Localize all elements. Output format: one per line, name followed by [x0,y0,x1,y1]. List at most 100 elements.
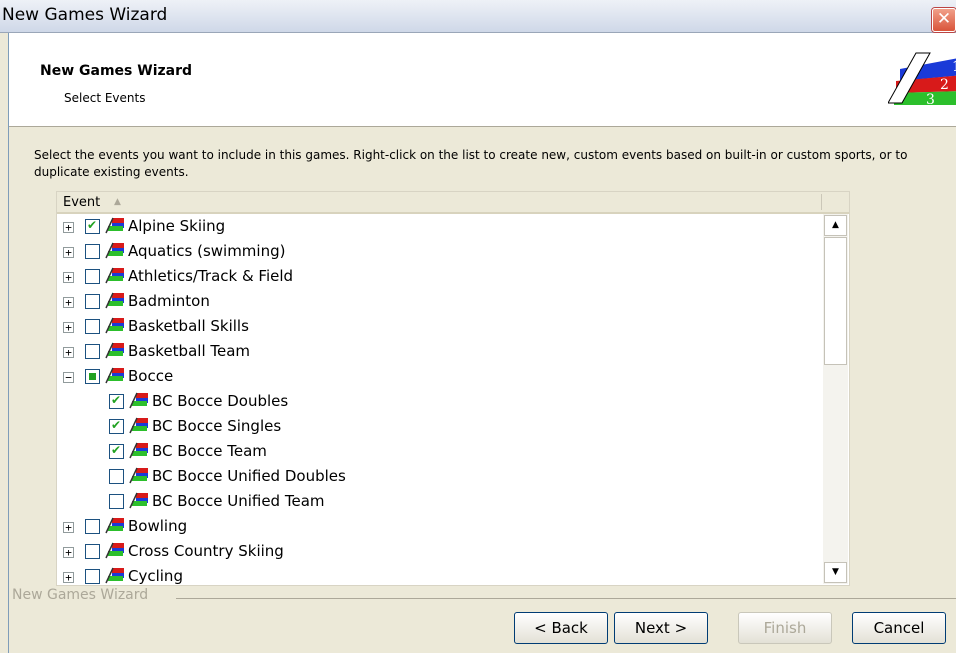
event-checkbox[interactable] [109,418,124,434]
expand-icon[interactable]: + [63,522,74,533]
event-flag-icon [105,342,124,359]
podium-logo-icon: 1 2 3 [888,52,956,108]
event-checkbox[interactable] [85,319,100,334]
event-checkbox[interactable] [85,519,100,534]
window-title: New Games Wizard [2,5,168,25]
column-divider [821,194,822,210]
event-checkbox[interactable] [109,494,124,509]
event-label: Basketball Team [128,342,251,360]
event-label: Athletics/Track & Field [128,267,294,285]
event-label: Cycling [128,567,183,585]
event-checkbox[interactable] [85,244,100,259]
logo-number-2: 2 [940,77,949,93]
events-rows: + Alpine Skiing + Aquatics (swimming) + Athle… [57,214,821,585]
event-flag-icon [105,267,124,284]
event-label: BC Bocce Team [152,442,267,460]
arrow-up-icon: ▲ [832,220,839,230]
event-flag-icon [129,492,148,509]
event-flag-icon [105,317,124,334]
window-edge [8,33,9,653]
list-item[interactable]: + Bowling [57,514,821,539]
list-item[interactable]: BC Bocce Unified Team [57,489,821,514]
event-checkbox[interactable] [85,544,100,559]
title-bar[interactable]: New Games Wizard ✕ [0,0,956,33]
scroll-up-button[interactable]: ▲ [824,215,847,236]
event-flag-icon [105,242,124,259]
event-flag-icon [105,542,124,559]
event-label: Cross Country Skiing [128,542,284,560]
list-item[interactable]: BC Bocce Team [57,439,821,464]
event-label: BC Bocce Unified Doubles [152,467,346,485]
expand-icon[interactable]: + [63,247,74,258]
event-flag-icon [129,442,148,459]
logo-number-1: 1 [952,59,956,75]
collapse-icon[interactable]: − [63,372,74,383]
list-header: Event ▲ [57,192,849,214]
list-item[interactable]: + Badminton [57,289,821,314]
finish-button: Finish [738,612,832,644]
expand-icon[interactable]: + [63,222,74,233]
expand-icon[interactable]: + [63,347,74,358]
event-label: BC Bocce Singles [152,417,282,435]
event-label: BC Bocce Unified Team [152,492,325,510]
event-flag-icon [105,367,124,384]
event-flag-icon [105,567,124,584]
next-button[interactable]: Next > [614,612,708,644]
list-item[interactable]: − Bocce [57,364,821,389]
event-label: Badminton [128,292,210,310]
event-label: Basketball Skills [128,317,249,335]
expand-icon[interactable]: + [63,272,74,283]
arrow-down-icon: ▼ [832,567,839,577]
expand-icon[interactable]: + [63,572,74,583]
event-flag-icon [105,217,124,234]
cancel-button[interactable]: Cancel [852,612,946,644]
scroll-down-button[interactable]: ▼ [824,562,847,583]
header-subtitle: Select Events [64,91,146,105]
list-item[interactable]: + Cross Country Skiing [57,539,821,564]
list-item[interactable]: + Aquatics (swimming) [57,239,821,264]
close-button[interactable]: ✕ [932,8,956,32]
list-item[interactable]: + Cycling [57,564,821,585]
event-checkbox[interactable] [109,443,124,459]
list-item[interactable]: + Alpine Skiing [57,214,821,239]
footer-legend: New Games Wizard [12,587,153,603]
sort-ascending-icon: ▲ [114,197,121,207]
logo-number-3: 3 [926,92,935,108]
vertical-scrollbar[interactable]: ▲ ▼ [823,214,848,584]
event-label: Bocce [128,367,174,385]
event-label: Aquatics (swimming) [128,242,286,260]
close-icon: ✕ [936,9,952,29]
event-flag-icon [129,417,148,434]
event-flag-icon [129,467,148,484]
back-button[interactable]: < Back [514,612,608,644]
list-item[interactable]: BC Bocce Unified Doubles [57,464,821,489]
header-title: New Games Wizard [40,63,193,79]
event-flag-icon [129,392,148,409]
list-item[interactable]: + Basketball Skills [57,314,821,339]
list-item[interactable]: BC Bocce Doubles [57,389,821,414]
instructions-text: Select the events you want to include in… [34,148,908,179]
list-item[interactable]: BC Bocce Singles [57,414,821,439]
event-checkbox[interactable] [85,344,100,359]
expand-icon[interactable]: + [63,297,74,308]
events-list[interactable]: Event ▲ + Alpine Skiing + Aquatics (swimmin… [56,191,850,586]
expand-icon[interactable]: + [63,547,74,558]
event-flag-icon [105,517,124,534]
event-column-header[interactable]: Event [63,195,100,210]
event-label: BC Bocce Doubles [152,392,289,410]
event-checkbox[interactable] [85,294,100,309]
event-checkbox[interactable] [85,218,100,234]
footer-divider [176,598,956,599]
event-checkbox[interactable] [109,469,124,484]
list-item[interactable]: + Athletics/Track & Field [57,264,821,289]
event-checkbox[interactable] [109,393,124,409]
event-label: Bowling [128,517,188,535]
expand-icon[interactable]: + [63,322,74,333]
scroll-thumb[interactable] [824,237,847,365]
event-checkbox[interactable] [85,569,100,584]
event-checkbox[interactable] [85,269,100,284]
wizard-window: New Games Wizard ✕ New Games Wizard Sele… [0,0,956,653]
event-checkbox[interactable] [85,369,100,384]
event-flag-icon [105,292,124,309]
list-item[interactable]: + Basketball Team [57,339,821,364]
